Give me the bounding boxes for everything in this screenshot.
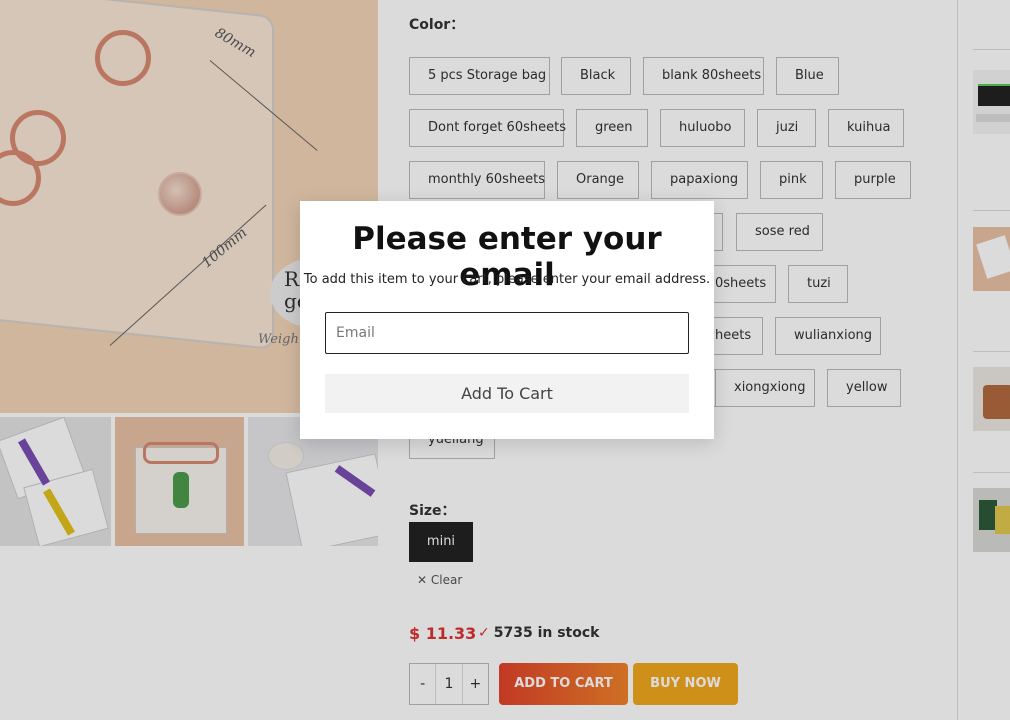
email-field[interactable] xyxy=(325,312,689,354)
modal-add-to-cart-button[interactable]: Add To Cart xyxy=(325,374,689,413)
modal-description: To add this item to your cart, please en… xyxy=(303,272,711,287)
email-modal: Please enter your email To add this item… xyxy=(300,201,714,439)
